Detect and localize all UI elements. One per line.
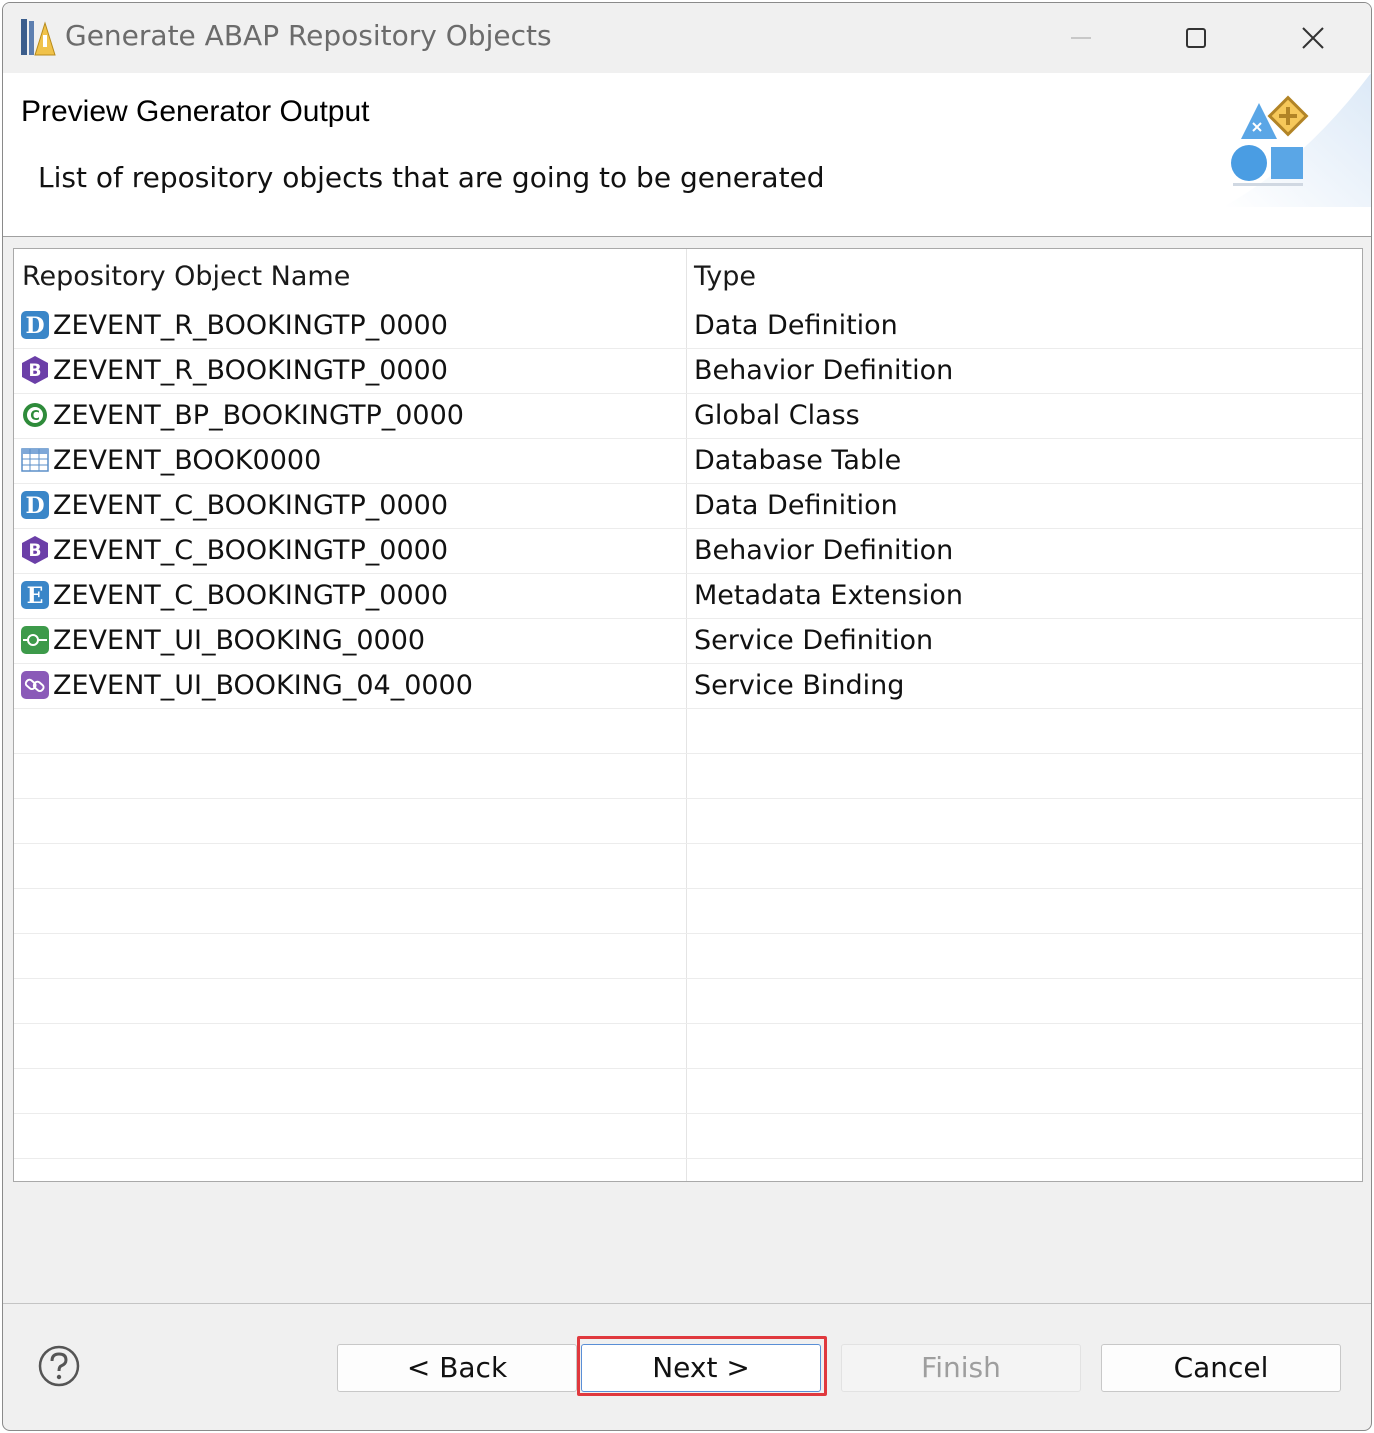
object-name: ZEVENT_R_BOOKINGTP_0000 — [53, 310, 448, 341]
empty-table-row — [14, 844, 1362, 889]
empty-table-row — [14, 709, 1362, 754]
behavior-definition-icon: B — [22, 536, 48, 564]
table-row[interactable]: B ZEVENT_C_BOOKINGTP_0000 Behavior Definit… — [14, 529, 1362, 574]
table-row[interactable]: B ZEVENT_R_BOOKINGTP_0000 Behavior Definit… — [14, 349, 1362, 394]
title-bar[interactable]: Generate ABAP Repository Objects — [3, 3, 1371, 73]
table-row[interactable]: C ZEVENT_BP_BOOKINGTP_0000 Global Class — [14, 394, 1362, 439]
object-type: Database Table — [694, 445, 902, 476]
dialog-window: Generate ABAP Repository Objects Preview… — [2, 2, 1372, 1431]
svg-text:C: C — [30, 409, 40, 424]
table-body: D ZEVENT_R_BOOKINGTP_0000 Data Definition B… — [14, 304, 1362, 1181]
column-header-name[interactable]: Repository Object Name — [22, 261, 350, 292]
object-type: Service Binding — [694, 670, 905, 701]
table-row[interactable]: ZEVENT_BOOK0000 Database Table — [14, 439, 1362, 484]
empty-table-row — [14, 1024, 1362, 1069]
object-type: Metadata Extension — [694, 580, 963, 611]
close-icon[interactable] — [1283, 13, 1343, 63]
global-class-icon: C — [23, 403, 47, 427]
minimize-icon[interactable] — [1051, 13, 1111, 63]
finish-button: Finish — [841, 1344, 1081, 1392]
cancel-button[interactable]: Cancel — [1101, 1344, 1341, 1392]
svg-text:D: D — [25, 313, 44, 339]
service-definition-icon — [21, 626, 49, 654]
empty-table-row — [14, 1114, 1362, 1159]
empty-table-row — [14, 1069, 1362, 1114]
svg-text:B: B — [29, 361, 42, 381]
eclipse-app-icon — [21, 19, 56, 56]
table-row[interactable]: ZEVENT_UI_BOOKING_0000 Service Definition — [14, 619, 1362, 664]
header-divider — [3, 236, 1371, 237]
object-name: ZEVENT_C_BOOKINGTP_0000 — [53, 580, 448, 611]
database-table-icon — [21, 448, 49, 472]
help-icon[interactable] — [36, 1343, 82, 1389]
maximize-icon[interactable] — [1165, 13, 1225, 63]
behavior-definition-icon: B — [22, 356, 48, 384]
data-definition-icon: D — [21, 311, 49, 339]
object-type: Behavior Definition — [694, 355, 954, 386]
empty-table-row — [14, 934, 1362, 979]
service-binding-icon — [21, 671, 49, 699]
object-name: ZEVENT_BOOK0000 — [53, 445, 322, 476]
object-type: Data Definition — [694, 310, 898, 341]
object-name: ZEVENT_UI_BOOKING_04_0000 — [53, 670, 473, 701]
object-name: ZEVENT_BP_BOOKINGTP_0000 — [53, 400, 464, 431]
wizard-header: Preview Generator Output List of reposit… — [3, 73, 1371, 237]
column-header-type[interactable]: Type — [694, 261, 756, 292]
metadata-extension-icon: E — [21, 581, 49, 609]
object-name: ZEVENT_C_BOOKINGTP_0000 — [53, 490, 448, 521]
svg-text:B: B — [29, 541, 42, 561]
page-description: List of repository objects that are goin… — [38, 161, 825, 194]
objects-table[interactable]: Repository Object Name Type D ZEVENT_R_BO… — [13, 248, 1363, 1182]
table-row[interactable]: ZEVENT_UI_BOOKING_04_0000 Service Binding — [14, 664, 1362, 709]
svg-text:E: E — [27, 583, 44, 609]
object-name: ZEVENT_C_BOOKINGTP_0000 — [53, 535, 448, 566]
empty-table-row — [14, 754, 1362, 799]
next-button[interactable]: Next > — [581, 1344, 821, 1392]
page-title: Preview Generator Output — [21, 95, 370, 128]
object-name: ZEVENT_R_BOOKINGTP_0000 — [53, 355, 448, 386]
table-row[interactable]: D ZEVENT_C_BOOKINGTP_0000 Data Definition — [14, 484, 1362, 529]
window-title: Generate ABAP Repository Objects — [65, 19, 552, 52]
shapes-wizard-icon — [1223, 73, 1371, 207]
svg-text:D: D — [25, 493, 44, 519]
data-definition-icon: D — [21, 491, 49, 519]
empty-table-row — [14, 889, 1362, 934]
back-button[interactable]: < Back — [337, 1344, 577, 1392]
table-row[interactable]: E ZEVENT_C_BOOKINGTP_0000 Metadata Extensi… — [14, 574, 1362, 619]
table-row[interactable]: D ZEVENT_R_BOOKINGTP_0000 Data Definition — [14, 304, 1362, 349]
object-type: Service Definition — [694, 625, 934, 656]
object-type: Behavior Definition — [694, 535, 954, 566]
object-type: Data Definition — [694, 490, 898, 521]
footer-divider — [3, 1303, 1371, 1304]
table-header: Repository Object Name Type — [14, 249, 1362, 304]
empty-table-row — [14, 979, 1362, 1024]
empty-table-row — [14, 799, 1362, 844]
empty-table-row — [14, 1159, 1362, 1181]
object-type: Global Class — [694, 400, 860, 431]
object-name: ZEVENT_UI_BOOKING_0000 — [53, 625, 426, 656]
